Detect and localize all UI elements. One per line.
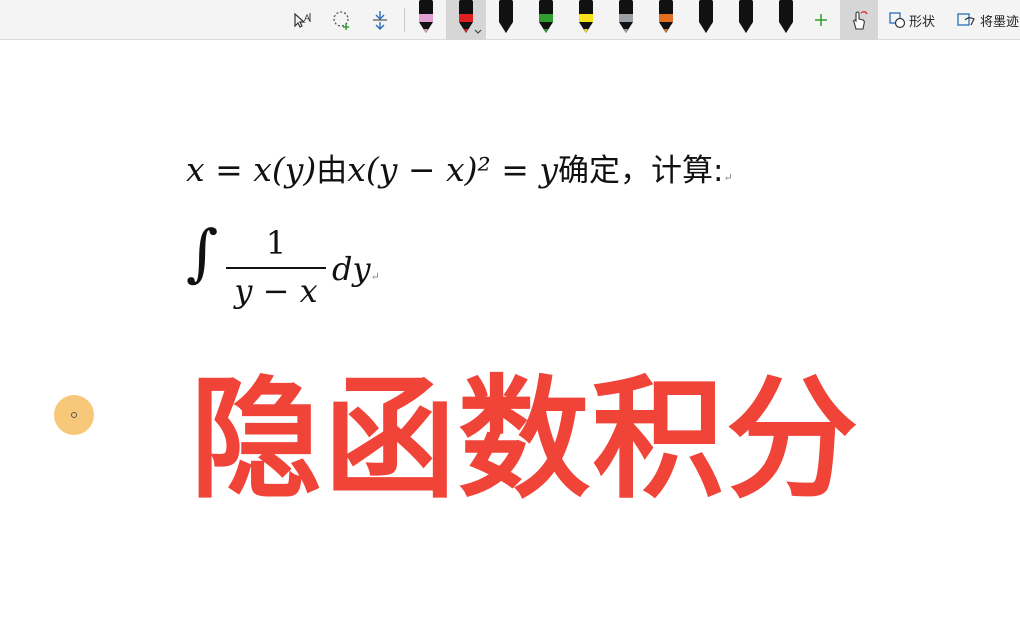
pen-black-4-icon [779,0,793,33]
paragraph-mark-2: ↵ [370,270,380,283]
document-canvas[interactable] [0,41,1020,637]
paragraph-mark: ↵ [723,171,733,184]
pen-black-2-icon [699,0,713,33]
shapes-label: 形状 [909,13,936,29]
video-title: 隐函数积分 [190,363,860,517]
pen-red-button[interactable] [446,0,486,40]
pen-galaxy-button[interactable] [606,0,646,40]
pen-black-3-button[interactable] [726,0,766,40]
shapes-icon [889,12,906,29]
ink-to-shape-button[interactable]: 将墨迹 [956,0,1020,40]
pen-rainbow-icon [659,0,673,33]
pen-green-icon [539,0,553,33]
plus-icon [815,14,827,26]
fraction-numerator: 1 [265,224,287,262]
fraction-denominator: y − x [234,272,318,310]
touch-draw-button[interactable] [840,0,878,40]
integral-sign: ∫ [186,216,219,289]
shapes-button[interactable]: 形状 [888,0,940,40]
pen-black-1-icon [499,0,513,33]
pen-black-3-icon [739,0,753,33]
add-pen-button[interactable] [808,0,834,40]
pen-black-4-button[interactable] [766,0,806,40]
highlighter-yellow-icon [579,0,593,33]
toolbar-separator [404,8,405,32]
pen-black-2-button[interactable] [686,0,726,40]
svg-text:A: A [304,13,310,23]
text-you: 由 [316,153,348,189]
lasso-select-button[interactable]: A [288,0,316,40]
problem-statement: x = x(y)由x(y − x)² = y确定，计算:↵ [186,145,733,190]
touch-hand-icon [853,11,868,30]
highlighter-yellow-button[interactable] [566,0,606,40]
pen-rainbow-button[interactable] [646,0,686,40]
differential-text: dy [332,250,371,288]
pen-pink-button[interactable] [406,0,446,40]
pen-pink-icon [419,0,433,33]
pen-red-icon [459,0,482,34]
ink-to-shape-label: 将墨迹 [980,13,1020,29]
differential: dy↵ [332,250,380,288]
pen-green-button[interactable] [526,0,566,40]
lasso-select-icon: A [294,12,311,28]
ink-to-shape-icon [957,13,975,26]
ink-toolbar: A 形状 将墨迹 [0,0,1020,40]
lasso-add-button[interactable] [328,0,356,40]
equation-lhs: x = x(y) [186,150,317,189]
pen-black-1-button[interactable] [486,0,526,40]
add-space-icon [333,11,349,30]
insert-space-button[interactable] [366,0,394,40]
insert-space-icon [373,11,387,30]
pen-galaxy-icon [619,0,633,33]
cursor-center [71,412,77,418]
fraction-bar [226,267,326,269]
text-determine-compute: 确定，计算: [558,153,724,189]
pen-cursor-indicator [54,395,94,435]
implicit-equation: x(y − x)² = y [347,150,558,189]
integrand-fraction: 1 y − x [226,224,326,310]
